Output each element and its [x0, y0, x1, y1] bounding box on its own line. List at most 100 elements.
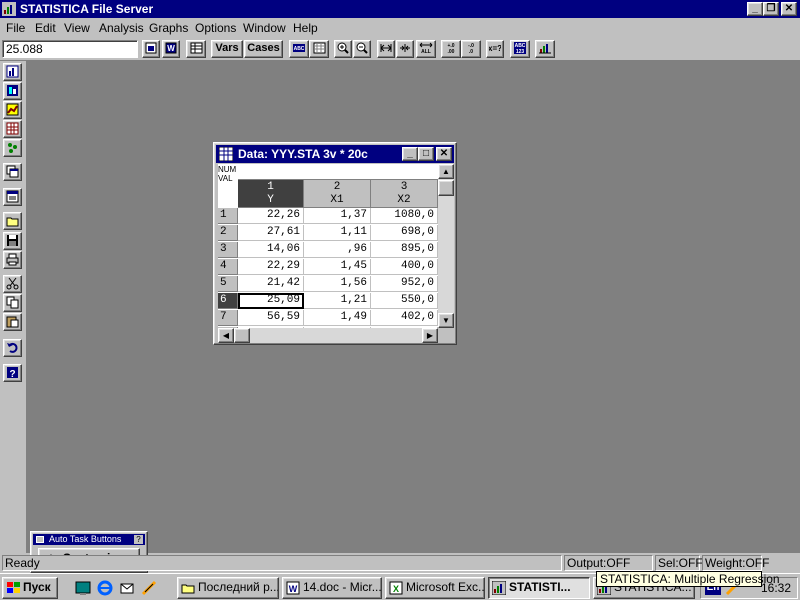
copy-icon[interactable]	[3, 294, 22, 312]
table-cell[interactable]: 1,56	[304, 276, 371, 292]
panel-menu-icon[interactable]	[36, 536, 44, 543]
window-list-icon[interactable]	[3, 188, 22, 206]
write-icon[interactable]: W	[162, 40, 180, 58]
data-minimize-button[interactable]: _	[402, 147, 418, 161]
status-output[interactable]: Output:OFF	[564, 555, 653, 571]
spreadsheet-icon[interactable]	[3, 120, 22, 138]
row-header[interactable]: 3	[218, 242, 238, 258]
data-window-title-bar[interactable]: Data: YYY.STA 3v * 20c _ □ ✕	[216, 145, 454, 163]
dec-remove-icon[interactable]: -.0.0	[461, 40, 481, 58]
horizontal-scrollbar[interactable]: ◀ ▶	[218, 328, 438, 343]
column-header-2[interactable]: 2 X1	[304, 180, 371, 208]
close-button[interactable]: ✕	[781, 2, 797, 16]
xvalue-icon[interactable]: x=?	[486, 40, 504, 58]
vertical-scrollbar[interactable]: ▲ ▼	[438, 164, 454, 328]
quicklaunch-channels-icon[interactable]	[140, 579, 158, 597]
menu-help[interactable]: Help	[293, 21, 318, 35]
menu-options[interactable]: Options	[195, 21, 236, 35]
table-cell[interactable]: 1,21	[304, 293, 371, 309]
module-switcher-icon[interactable]	[3, 63, 22, 81]
scroll-down-button[interactable]: ▼	[438, 313, 454, 328]
menu-graphs[interactable]: Graphs	[149, 21, 188, 35]
menu-window[interactable]: Window	[243, 21, 286, 35]
new-window-icon[interactable]	[3, 163, 22, 181]
app-title-bar[interactable]: STATISTICA File Server _ ❐ ✕	[0, 0, 800, 18]
status-sel[interactable]: Sel:OFF	[655, 555, 703, 571]
vars-button[interactable]: Vars	[211, 40, 243, 58]
chart-icon[interactable]	[535, 40, 555, 58]
table-cell[interactable]: 27,61	[238, 225, 304, 241]
data-maximize-button[interactable]: □	[418, 147, 434, 161]
spreadsheet-grid[interactable]: NUM VAL 1 Y 2 X1 3 X2 1 22,26 1,37 1080,0 2 2…	[218, 164, 438, 328]
zoom-out-icon[interactable]	[353, 40, 371, 58]
paste-icon[interactable]	[3, 313, 22, 331]
column-header-1[interactable]: 1 Y	[238, 180, 304, 208]
horizontal-scroll-thumb[interactable]	[234, 328, 250, 343]
widen-icon[interactable]	[377, 40, 395, 58]
scroll-right-button[interactable]: ▶	[422, 328, 438, 343]
start-button[interactable]: Пуск	[2, 577, 58, 599]
row-header[interactable]: 6	[218, 293, 238, 309]
table-cell[interactable]: 952,0	[371, 276, 438, 292]
cases-button[interactable]: Cases	[244, 40, 283, 58]
row-header[interactable]: 1	[218, 208, 238, 224]
quicklaunch-desktop-icon[interactable]	[74, 579, 92, 597]
help-icon[interactable]: ?	[3, 364, 22, 382]
table-cell[interactable]: 22,29	[238, 259, 304, 275]
scroll-up-button[interactable]: ▲	[438, 164, 454, 179]
menu-file[interactable]: File	[6, 21, 25, 35]
table-cell[interactable]: 1,11	[304, 225, 371, 241]
status-weight[interactable]: Weight:OFF	[702, 555, 769, 571]
narrow-icon[interactable]	[396, 40, 414, 58]
panel-help-icon[interactable]: ?	[134, 535, 143, 544]
table-cell[interactable]: 21,42	[238, 276, 304, 292]
open-file-icon[interactable]	[3, 212, 22, 230]
grid-icon[interactable]	[186, 40, 206, 58]
display-icon[interactable]	[142, 40, 160, 58]
table-cell[interactable]: 1,45	[304, 259, 371, 275]
scatter-icon[interactable]	[3, 139, 22, 157]
taskbar-button-folder[interactable]: Последний р...	[177, 577, 279, 599]
row-header[interactable]: 4	[218, 259, 238, 275]
data-close-button[interactable]: ✕	[436, 147, 452, 161]
menu-view[interactable]: View	[64, 21, 90, 35]
abc123-icon[interactable]: ABC 123	[510, 40, 530, 58]
stats-graph-icon[interactable]	[3, 82, 22, 100]
menu-analysis[interactable]: Analysis	[99, 21, 144, 35]
data-window[interactable]: Data: YYY.STA 3v * 20c _ □ ✕ NUM VAL 1 Y…	[213, 142, 457, 345]
maximize-button[interactable]: ❐	[763, 2, 779, 16]
all-icon[interactable]: ALL	[416, 40, 436, 58]
undo-icon[interactable]	[3, 339, 22, 357]
abc-icon[interactable]: ABC	[289, 40, 309, 58]
table-cell[interactable]: 25,09	[238, 293, 304, 309]
dec-add-icon[interactable]: +.0.00	[441, 40, 461, 58]
menu-edit[interactable]: Edit	[35, 21, 56, 35]
save-file-icon[interactable]	[3, 232, 22, 250]
row-header[interactable]: 5	[218, 276, 238, 292]
row-header[interactable]: 7	[218, 310, 238, 326]
scroll-left-button[interactable]: ◀	[218, 328, 234, 343]
table-cell[interactable]: 22,26	[238, 208, 304, 224]
table-cell[interactable]: 698,0	[371, 225, 438, 241]
vertical-scroll-thumb[interactable]	[438, 180, 454, 196]
auto-task-title-bar[interactable]: Auto Task Buttons ?	[33, 534, 145, 545]
taskbar-button-statistica-active[interactable]: STATISTI...	[488, 577, 590, 599]
pattern-icon[interactable]	[309, 40, 329, 58]
cell-edit-line[interactable]	[238, 164, 438, 180]
table-cell[interactable]: 895,0	[371, 242, 438, 258]
cut-icon[interactable]	[3, 275, 22, 293]
table-cell[interactable]: 1080,0	[371, 208, 438, 224]
quicklaunch-ie-icon[interactable]	[96, 579, 114, 597]
cell-value-field[interactable]: 25.088	[2, 40, 138, 58]
quicklaunch-outlook-icon[interactable]	[118, 579, 136, 597]
statistica-app-icon[interactable]	[2, 2, 16, 16]
table-cell[interactable]: 400,0	[371, 259, 438, 275]
print-icon[interactable]	[3, 251, 22, 269]
table-cell[interactable]: 14,06	[238, 242, 304, 258]
table-cell[interactable]: 550,0	[371, 293, 438, 309]
zoom-in-icon[interactable]	[334, 40, 352, 58]
taskbar-button-excel[interactable]: X Microsoft Exc...	[385, 577, 485, 599]
graph-gallery-icon[interactable]	[3, 101, 22, 119]
table-cell[interactable]: 56,59	[238, 310, 304, 326]
table-cell[interactable]: ,96	[304, 242, 371, 258]
